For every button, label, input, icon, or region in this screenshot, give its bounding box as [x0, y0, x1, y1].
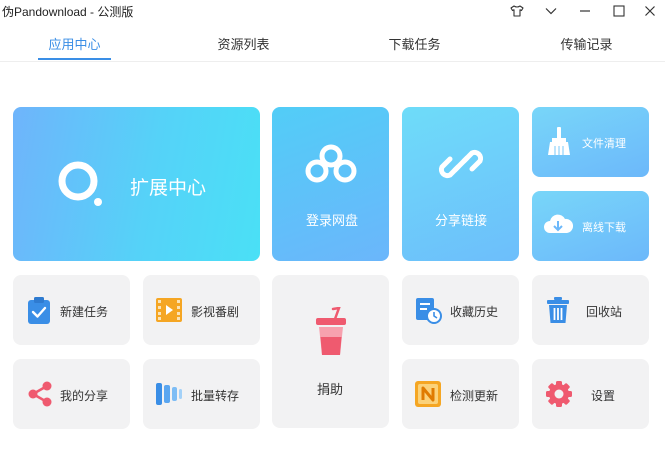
gear-icon [546, 381, 572, 407]
close-icon [645, 6, 655, 16]
favorites-history-label: 收藏历史 [450, 305, 499, 319]
check-update-label: 检测更新 [450, 389, 499, 403]
cloud-download-icon [544, 214, 573, 233]
file-cleanup-tile[interactable]: 文件清理 [532, 107, 649, 177]
tab-transfer-records[interactable]: 传输记录 [550, 34, 623, 60]
link-icon [438, 149, 484, 179]
chevron-down-icon [545, 8, 557, 15]
share-icon [28, 381, 52, 407]
offline-download-tile[interactable]: 离线下载 [532, 191, 649, 261]
close-button[interactable] [638, 2, 662, 20]
ring-icon [58, 161, 102, 206]
maximize-icon [613, 5, 625, 17]
minimize-icon [580, 10, 590, 12]
update-n-icon [415, 381, 441, 407]
menu-dropdown-button[interactable] [539, 2, 563, 20]
batch-transfer-tile[interactable]: 批量转存 [143, 359, 260, 429]
recycle-bin-label: 回收站 [586, 305, 623, 319]
tabs-divider [0, 61, 665, 62]
tab-resource-list[interactable]: 资源列表 [207, 34, 280, 60]
extension-center-label: 扩展中心 [130, 178, 207, 199]
film-icon [156, 298, 182, 322]
trash-icon [547, 297, 569, 323]
favorites-history-tile[interactable]: 收藏历史 [402, 275, 519, 345]
donate-tile[interactable]: 捐助 [272, 275, 389, 428]
my-shares-label: 我的分享 [60, 389, 109, 403]
clipboard-check-icon [28, 297, 50, 324]
share-link-label: 分享链接 [435, 213, 488, 228]
history-icon [416, 298, 442, 324]
shirt-icon [510, 5, 524, 17]
main-tabs: 应用中心 资源列表 下载任务 传输记录 [0, 34, 665, 62]
offline-download-label: 离线下载 [582, 222, 626, 234]
title-bar: 伪Pandownload - 公测版 [0, 0, 665, 22]
new-task-tile[interactable]: 新建任务 [13, 275, 130, 345]
check-update-tile[interactable]: 检测更新 [402, 359, 519, 429]
tab-download-tasks[interactable]: 下载任务 [378, 34, 451, 60]
skin-button[interactable] [505, 2, 529, 20]
drink-cup-icon [316, 307, 346, 355]
donate-label: 捐助 [317, 382, 344, 397]
recycle-bin-tile[interactable]: 回收站 [532, 275, 649, 345]
login-netdisk-label: 登录网盘 [306, 213, 359, 228]
bars-icon [156, 383, 182, 405]
maximize-button[interactable] [607, 2, 631, 20]
file-cleanup-label: 文件清理 [582, 138, 626, 150]
login-netdisk-tile[interactable]: 登录网盘 [272, 107, 389, 261]
tab-app-center[interactable]: 应用中心 [38, 34, 111, 60]
active-tab-indicator [38, 58, 111, 60]
window-title: 伪Pandownload - 公测版 [2, 5, 134, 19]
share-link-tile[interactable]: 分享链接 [402, 107, 519, 261]
cloud-icon [305, 144, 357, 183]
new-task-label: 新建任务 [60, 305, 109, 319]
minimize-button[interactable] [573, 2, 597, 20]
movies-series-tile[interactable]: 影视番剧 [143, 275, 260, 345]
my-shares-tile[interactable]: 我的分享 [13, 359, 130, 429]
settings-label: 设置 [591, 389, 616, 403]
settings-tile[interactable]: 设置 [532, 359, 649, 429]
batch-transfer-label: 批量转存 [191, 389, 240, 403]
broom-icon [548, 127, 570, 155]
extension-center-tile[interactable]: 扩展中心 [13, 107, 260, 261]
movies-series-label: 影视番剧 [191, 305, 240, 319]
